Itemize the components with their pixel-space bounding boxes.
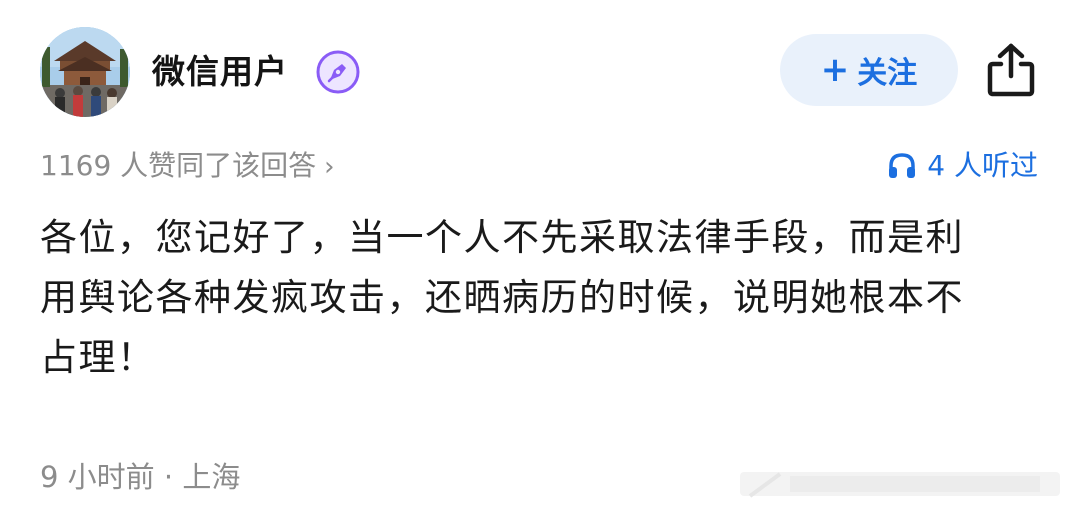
- username[interactable]: 微信用户: [152, 48, 288, 96]
- answer-meta-row: 1169 人赞同了该回答 › 4 人听过: [0, 140, 1080, 192]
- chevron-right-icon: ›: [324, 152, 335, 182]
- pen-nib-badge-icon: [316, 50, 360, 94]
- listens-link[interactable]: 4 人听过: [887, 146, 1038, 186]
- answer-header: 微信用户 + 关注: [0, 0, 1080, 140]
- follow-button[interactable]: + 关注: [780, 34, 958, 106]
- share-icon[interactable]: [985, 42, 1037, 98]
- likes-link[interactable]: 1169 人赞同了该回答 ›: [40, 146, 335, 187]
- plus-icon: +: [820, 50, 850, 90]
- faded-watermark: [740, 472, 1060, 498]
- time-location: 9 小时前 · 上海: [40, 460, 241, 494]
- avatar[interactable]: [40, 27, 130, 117]
- headphones-icon: [889, 153, 916, 178]
- content-line: 各位，您记好了，当一个人不先采取法律手段，而是利: [40, 216, 964, 259]
- answer-content: 各位，您记好了，当一个人不先采取法律手段，而是利 用舆论各种发疯攻击，还晒病历的…: [40, 208, 1050, 388]
- temple-photo-avatar: [40, 27, 130, 117]
- listens-text: 4 人听过: [927, 149, 1038, 182]
- content-line: 占理！: [40, 336, 156, 379]
- follow-label: 关注: [857, 56, 918, 91]
- content-line: 用舆论各种发疯攻击，还晒病历的时候，说明她根本不: [40, 276, 964, 319]
- likes-text: 1169 人赞同了该回答: [40, 149, 317, 182]
